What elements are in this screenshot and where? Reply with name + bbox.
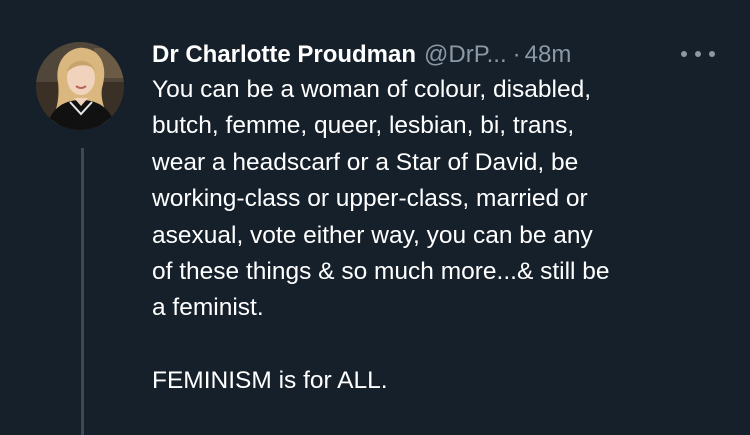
tweet-text-line: wear a headscarf or a Star of David, be: [152, 148, 579, 176]
more-dot: [695, 51, 701, 57]
tweet-timestamp[interactable]: 48m: [525, 41, 572, 69]
tweet-header: Dr Charlotte Proudman @DrP... · 48m: [152, 40, 571, 70]
more-dot: [681, 51, 687, 57]
author-display-name[interactable]: Dr Charlotte Proudman: [152, 41, 416, 69]
tweet-text-line: asexual, vote either way, you can be any: [152, 221, 593, 249]
profile-photo-icon: [36, 42, 124, 130]
tweet-text-line: of these things & so much more...& still…: [152, 257, 610, 285]
tweet-text-line: butch, femme, queer, lesbian, bi, trans,: [152, 112, 575, 140]
tweet-text-line: working-class or upper-class, married or: [152, 185, 588, 213]
tweet[interactable]: Dr Charlotte Proudman @DrP... · 48m You …: [0, 0, 750, 435]
thread-line: [81, 148, 84, 435]
author-handle[interactable]: @DrP...: [424, 41, 507, 69]
avatar[interactable]: [36, 42, 124, 130]
tweet-text-line: a feminist.: [152, 294, 264, 322]
separator-dot: ·: [512, 41, 521, 68]
tweet-text: You can be a woman of colour, disabled, …: [152, 72, 732, 400]
tweet-text-line: You can be a woman of colour, disabled,: [152, 76, 592, 103]
tweet-text-line: FEMINISM is for ALL.: [152, 367, 388, 395]
more-dot: [709, 51, 715, 57]
more-horizontal-icon[interactable]: [678, 42, 718, 66]
